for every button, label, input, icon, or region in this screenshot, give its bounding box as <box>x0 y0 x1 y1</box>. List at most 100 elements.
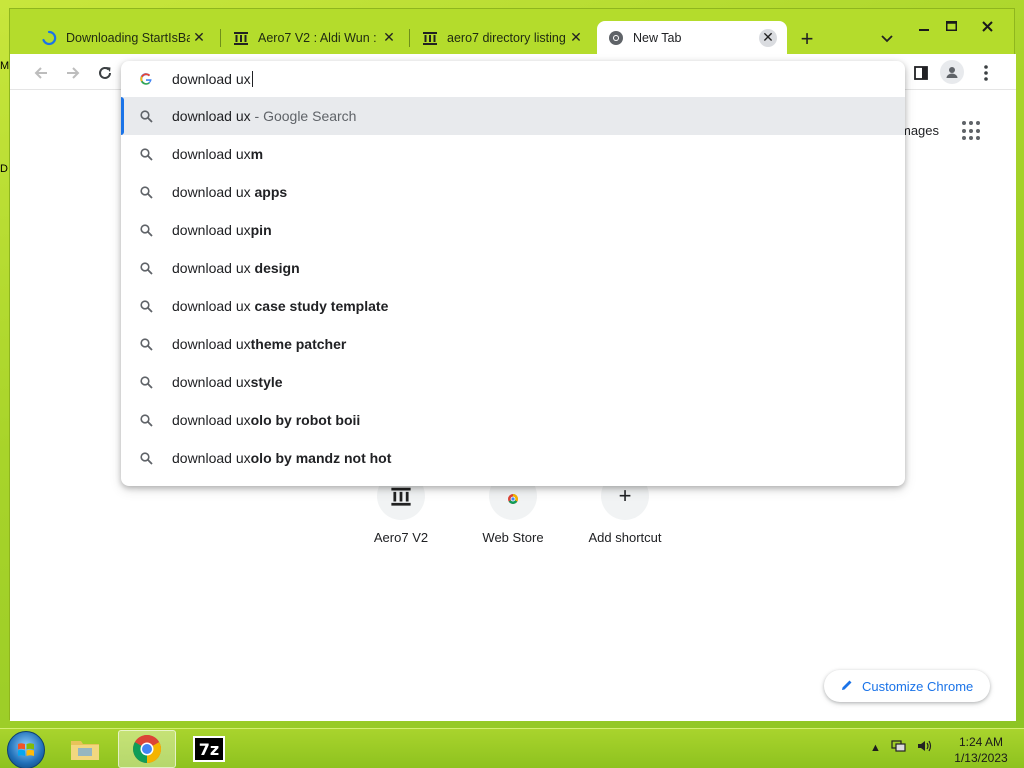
suggestion-base-text: download ux <box>172 184 255 200</box>
system-tray: ▲ <box>870 739 933 756</box>
profile-avatar-icon[interactable] <box>940 60 964 84</box>
suggestion-base-text: download ux <box>172 336 251 352</box>
forward-arrow-icon[interactable] <box>59 59 87 87</box>
archive-icon <box>232 29 250 47</box>
suggestion-bold-text: m <box>250 146 264 162</box>
desktop-icon-label-d: D <box>0 163 8 175</box>
back-arrow-icon[interactable] <box>27 59 55 87</box>
reload-icon[interactable] <box>91 59 119 87</box>
show-hidden-icons-chevron-up-icon[interactable]: ▲ <box>870 742 881 754</box>
suggestion-bold-text: olo by mandz not hot <box>250 450 392 466</box>
tab-new-tab[interactable]: New Tab ✕ <box>597 21 787 54</box>
file-explorer-icon[interactable] <box>56 730 114 768</box>
suggestion-item[interactable]: download ux case study template <box>121 287 905 325</box>
tab-search-chevron-down-icon[interactable] <box>874 26 900 52</box>
suggestion-base-text: download ux <box>172 108 251 124</box>
suggestion-base-text: download ux <box>172 412 251 428</box>
maximize-icon[interactable] <box>936 15 966 37</box>
suggestion-item[interactable]: download ux - Google Search <box>121 97 905 135</box>
suggestion-base-text: download ux <box>172 450 251 466</box>
suggestion-bold-text: olo by robot boii <box>250 412 361 428</box>
suggestion-base-text: download ux <box>172 146 251 162</box>
omnibox-input-row[interactable]: download ux <box>121 61 905 97</box>
chrome-taskbar-icon[interactable] <box>118 730 176 768</box>
7zip-label: 7z <box>193 736 225 762</box>
tab-title: aero7 directory listing <box>447 30 566 45</box>
tab-downloading-startisback[interactable]: Downloading StartIsBack ✕ <box>30 21 218 54</box>
system-clock[interactable]: 1:24 AM 1/13/2023 <box>950 734 1012 766</box>
tab-title: Aero7 V2 : Aldi Wun : Free <box>258 30 380 45</box>
menu-kebab-icon[interactable] <box>972 59 1000 87</box>
tab-title: Downloading StartIsBack <box>66 30 190 45</box>
suggestion-base-text: download ux <box>172 260 255 276</box>
loading-spinner-icon <box>40 29 58 47</box>
search-icon <box>138 184 154 200</box>
close-icon[interactable]: ✕ <box>380 29 398 47</box>
close-icon[interactable]: ✕ <box>190 29 208 47</box>
search-icon <box>138 222 154 238</box>
tab-strip: Downloading StartIsBack ✕ Aero7 V2 : Ald… <box>10 9 1014 54</box>
suggestion-bold-text: theme patcher <box>250 336 347 352</box>
windows-start-icon[interactable] <box>7 731 45 768</box>
tab-title: New Tab <box>633 30 682 45</box>
clock-date: 1/13/2023 <box>954 751 1008 765</box>
minimize-icon[interactable] <box>909 15 939 37</box>
search-icon <box>138 374 154 390</box>
suggestion-bold-text: design <box>254 260 300 276</box>
google-g-icon <box>138 71 154 87</box>
close-icon[interactable]: ✕ <box>567 29 585 47</box>
search-icon <box>138 336 154 352</box>
search-icon <box>138 108 154 124</box>
suggestion-bold-text: style <box>250 374 283 390</box>
tab-aero7-v2[interactable]: Aero7 V2 : Aldi Wun : Free ✕ <box>222 21 408 54</box>
new-tab-plus-icon[interactable]: + <box>794 26 820 52</box>
clock-time: 1:24 AM <box>958 735 1004 749</box>
archive-icon <box>421 29 439 47</box>
google-apps-grid-icon[interactable] <box>962 121 982 141</box>
shortcut-label: Aero7 V2 <box>373 530 429 545</box>
omnibox-dropdown: download ux download ux - Google Search … <box>121 61 905 486</box>
pencil-icon <box>840 678 854 695</box>
shortcut-label: Add shortcut <box>588 530 662 545</box>
suggestion-base-text: download ux <box>172 374 251 390</box>
suggestion-item[interactable]: download ux theme patcher <box>121 325 905 363</box>
suggestion-item[interactable]: download ux olo by robot boii <box>121 401 905 439</box>
volume-icon[interactable] <box>917 739 933 756</box>
suggestion-item[interactable]: download ux m <box>121 135 905 173</box>
suggestion-bold-text: pin <box>250 222 272 238</box>
7zip-icon[interactable]: 7z <box>180 730 238 768</box>
tab-separator <box>220 29 221 47</box>
omnibox-query: download ux <box>172 71 251 87</box>
suggestion-base-text: download ux <box>172 298 255 314</box>
suggestion-item[interactable]: download ux pin <box>121 211 905 249</box>
taskbar: 7z ▲ 1:24 AM 1/13/2023 <box>0 728 1024 768</box>
search-icon <box>138 146 154 162</box>
search-icon <box>138 412 154 428</box>
close-window-icon[interactable] <box>972 15 1002 37</box>
suggestion-item[interactable]: download ux design <box>121 249 905 287</box>
side-panel-icon[interactable] <box>907 59 935 87</box>
text-caret <box>251 71 253 87</box>
suggestion-bold-text: apps <box>254 184 288 200</box>
shortcut-label: Web Store <box>482 530 544 545</box>
customize-chrome-label: Customize Chrome <box>862 678 974 694</box>
page-content: mages Aero7 V2 Web Store + Add shortcut <box>10 54 1016 721</box>
chrome-icon <box>607 29 625 47</box>
search-icon <box>138 260 154 276</box>
search-icon <box>138 450 154 466</box>
customize-chrome-button[interactable]: Customize Chrome <box>824 670 990 702</box>
search-icon <box>138 298 154 314</box>
desktop-icon-label-m: M <box>0 60 10 72</box>
browser-window: Downloading StartIsBack ✕ Aero7 V2 : Ald… <box>9 8 1016 721</box>
network-icon[interactable] <box>891 739 907 756</box>
tab-separator <box>409 29 410 47</box>
suggestion-description: - Google Search <box>250 108 357 124</box>
suggestion-item[interactable]: download ux olo by mandz not hot <box>121 439 905 477</box>
suggestion-base-text: download ux <box>172 222 251 238</box>
tab-aero7-directory-listing[interactable]: aero7 directory listing ✕ <box>411 21 595 54</box>
suggestion-item[interactable]: download ux apps <box>121 173 905 211</box>
close-icon[interactable]: ✕ <box>759 28 777 47</box>
images-link[interactable]: mages <box>900 123 939 138</box>
omnibox-input[interactable]: download ux <box>172 71 253 87</box>
suggestion-item[interactable]: download ux style <box>121 363 905 401</box>
